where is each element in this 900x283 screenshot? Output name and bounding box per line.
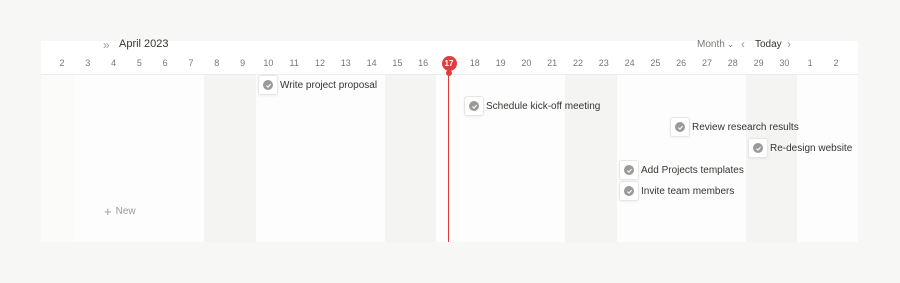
task-chip[interactable] [670,117,690,137]
check-circle-icon [624,186,634,196]
day-label: 7 [188,58,194,68]
today-line [448,70,449,242]
plus-icon: + [104,203,112,219]
day-label: 15 [392,58,403,68]
day-label: 23 [598,58,609,68]
task-title: Add Projects templates [641,164,744,176]
day-label: 24 [624,58,635,68]
task-title: Re-design website [770,142,853,154]
chevron-right-icon[interactable]: › [787,37,791,51]
timeline-task[interactable]: Write project proposal [258,75,377,95]
view-label: Month [697,39,725,50]
day-label: 19 [495,58,506,68]
day-label: 6 [162,58,168,68]
task-title: Invite team members [641,185,735,197]
check-circle-icon [263,80,273,90]
day-label: 5 [136,58,142,68]
day-label: 28 [727,58,738,68]
check-circle-icon [753,143,763,153]
day-label: 8 [214,58,220,68]
chevron-left-icon[interactable]: ‹ [741,37,745,51]
day-label: 2 [59,58,65,68]
day-label: 9 [240,58,246,68]
day-label: 25 [650,58,661,68]
check-circle-icon [675,122,685,132]
task-title: Schedule kick-off meeting [486,100,601,112]
day-label: 11 [289,58,299,68]
day-label: 29 [753,58,764,68]
month-label: April 2023 [119,38,169,50]
timeline-task[interactable]: Add Projects templates [619,160,744,180]
day-label: 26 [676,58,687,68]
task-chip[interactable] [619,181,639,201]
task-title: Write project proposal [280,79,378,91]
chevron-double-left-icon[interactable]: » [103,38,110,52]
view-selector[interactable]: Month ⌄ [697,39,734,50]
check-circle-icon [624,165,634,175]
today-dot [445,70,452,76]
day-label: 27 [701,58,712,68]
timeline-task[interactable]: Re-design website [748,138,852,158]
day-label: 3 [85,58,91,68]
task-chip[interactable] [619,160,639,180]
new-task-button[interactable]: + New [104,203,136,219]
timeline-task[interactable]: Invite team members [619,181,734,201]
day-label: 12 [314,58,325,68]
day-label: 18 [469,58,480,68]
day-label: 30 [779,58,790,68]
task-chip[interactable] [464,96,484,116]
day-label: 21 [547,58,558,68]
chevron-down-icon: ⌄ [726,39,735,49]
timeline-task[interactable]: Schedule kick-off meeting [464,96,600,116]
day-label: 13 [340,58,351,68]
day-label: 22 [572,58,583,68]
task-title: Review research results [692,121,799,133]
day-label: 2 [833,58,839,68]
task-chip[interactable] [258,75,278,95]
day-label: 4 [111,58,117,68]
check-circle-icon [469,101,479,111]
new-task-label: New [115,206,136,217]
task-chip[interactable] [748,138,768,158]
day-label: 1 [807,58,813,68]
timeline-task[interactable]: Review research results [670,117,799,137]
current-day-marker: 17 [441,56,457,71]
today-button[interactable]: Today [755,39,782,50]
day-label: 10 [263,58,274,68]
day-label: 16 [418,58,429,68]
day-label: 14 [366,58,377,68]
day-label: 20 [521,58,532,68]
